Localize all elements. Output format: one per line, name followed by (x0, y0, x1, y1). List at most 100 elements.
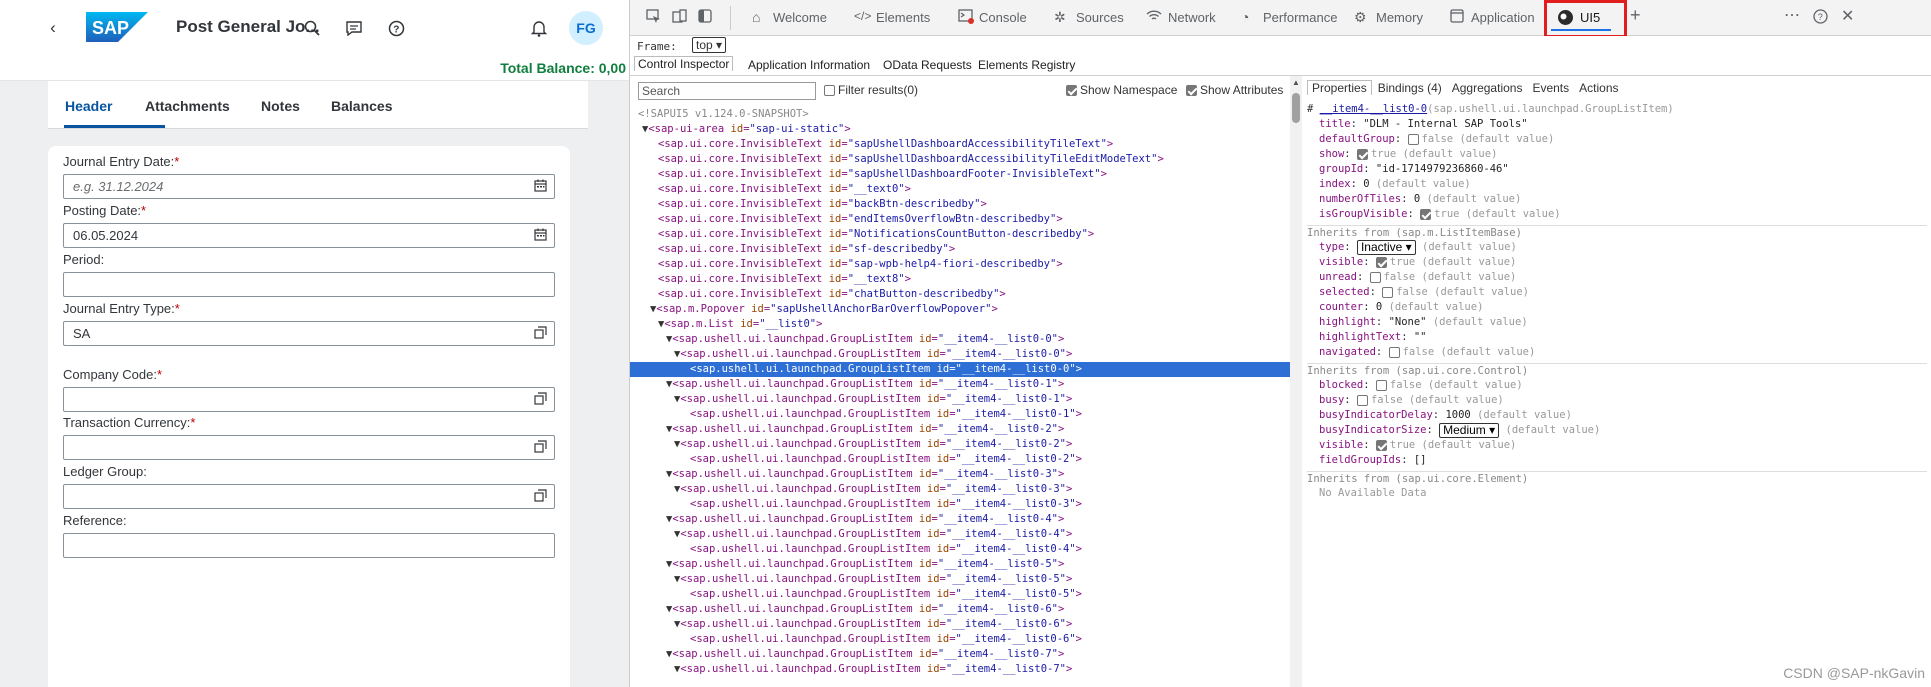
scroll-up-arrow[interactable]: ▲ (1292, 78, 1300, 87)
tree-node[interactable]: <sap.ushell.ui.launchpad.GroupListItem i… (630, 497, 1290, 512)
scroll-thumb[interactable] (1292, 93, 1300, 123)
prop-tab[interactable]: Events (1528, 81, 1573, 95)
tree-node[interactable]: <sap.ui.core.InvisibleText id="sap-wpb-h… (630, 257, 1290, 272)
tree-node[interactable]: <sap.ushell.ui.launchpad.GroupListItem i… (630, 407, 1290, 422)
prop-tab[interactable]: Properties (1307, 80, 1372, 95)
tab-balances[interactable]: Balances (331, 98, 392, 114)
tree-node[interactable]: ▼<sap-ui-area id="sap-ui-static"> (630, 122, 1290, 137)
tree-node[interactable]: ▼<sap.ushell.ui.launchpad.GroupListItem … (630, 422, 1290, 437)
field-input[interactable] (63, 435, 555, 460)
tree-node[interactable]: <sap.ushell.ui.launchpad.GroupListItem i… (630, 587, 1290, 602)
property-select[interactable]: Medium ▾ (1439, 423, 1500, 438)
tree-node[interactable]: <sap.ui.core.InvisibleText id="backBtn-d… (630, 197, 1290, 212)
tree-node[interactable]: <sap.ui.core.InvisibleText id="sapUshell… (630, 152, 1290, 167)
more-icon[interactable]: ⋯ (1784, 5, 1800, 25)
property-select[interactable]: Inactive ▾ (1356, 240, 1416, 255)
property-checkbox[interactable] (1375, 439, 1387, 451)
tree-node[interactable]: ▼<sap.ushell.ui.launchpad.GroupListItem … (630, 437, 1290, 452)
value-help-icon[interactable] (534, 489, 547, 505)
property-checkbox[interactable] (1356, 394, 1368, 406)
tree-node[interactable]: ▼<sap.ushell.ui.launchpad.GroupListItem … (630, 572, 1290, 587)
subtab-odata[interactable]: OData Requests (883, 58, 972, 72)
tab-header[interactable]: Header (65, 98, 112, 114)
tree-node[interactable]: ▼<sap.ushell.ui.launchpad.GroupListItem … (630, 482, 1290, 497)
subtab-control-inspector[interactable]: Control Inspector (634, 56, 734, 71)
value-help-icon[interactable] (534, 440, 547, 456)
tree-node[interactable]: ▼<sap.ushell.ui.launchpad.GroupListItem … (630, 602, 1290, 617)
prop-tab[interactable]: Aggregations (1448, 81, 1527, 95)
back-icon[interactable]: ‹ (39, 14, 67, 42)
tab-elements[interactable]: Elements (876, 10, 930, 25)
tree-node[interactable]: ▼<sap.ushell.ui.launchpad.GroupListItem … (630, 527, 1290, 542)
tree-node[interactable]: <sap.ushell.ui.launchpad.GroupListItem i… (630, 632, 1290, 647)
tree-node[interactable]: <sap.ui.core.InvisibleText id="sapUshell… (630, 137, 1290, 152)
calendar-icon[interactable] (534, 228, 547, 244)
tree-node[interactable]: <sap.ui.core.InvisibleText id="__text8"> (630, 272, 1290, 287)
field-input[interactable]: e.g. 31.12.2024 (63, 174, 555, 199)
tab-application[interactable]: Application (1471, 10, 1535, 25)
sidebar-toggle-icon[interactable] (698, 9, 712, 26)
value-help-icon[interactable] (534, 392, 547, 408)
field-input[interactable] (63, 484, 555, 509)
tree-node[interactable]: ▼<sap.ushell.ui.launchpad.GroupListItem … (630, 512, 1290, 527)
tree-node[interactable]: <sap.ushell.ui.launchpad.GroupListItem i… (630, 542, 1290, 557)
tab-notes[interactable]: Notes (261, 98, 300, 114)
tab-memory[interactable]: Memory (1376, 10, 1423, 25)
tab-attachments[interactable]: Attachments (145, 98, 230, 114)
tree-node[interactable]: ▼<sap.m.List id="__list0"> (630, 317, 1290, 332)
field-input[interactable] (63, 272, 555, 297)
field-input[interactable] (63, 533, 555, 558)
field-input[interactable]: SA (63, 321, 555, 346)
property-checkbox[interactable] (1369, 271, 1381, 283)
value-help-icon[interactable] (534, 326, 547, 342)
field-input[interactable]: 06.05.2024 (63, 223, 555, 248)
calendar-icon[interactable] (534, 179, 547, 195)
tab-sources[interactable]: Sources (1076, 10, 1124, 25)
chevron-down-icon[interactable]: ⌄ (257, 14, 285, 42)
help-icon[interactable]: ? (1813, 9, 1828, 27)
tree-node[interactable]: ▼<sap.ushell.ui.launchpad.GroupListItem … (630, 392, 1290, 407)
frame-select[interactable]: top ▾ (692, 37, 727, 53)
property-checkbox[interactable] (1407, 133, 1419, 145)
tree-node[interactable]: ▼<sap.ushell.ui.launchpad.GroupListItem … (630, 557, 1290, 572)
prop-tab[interactable]: Actions (1575, 81, 1622, 95)
tree-node[interactable]: <sap.ui.core.InvisibleText id="endItemsO… (630, 212, 1290, 227)
device-icon[interactable] (672, 9, 687, 27)
tree-node[interactable]: ▼<sap.m.Popover id="sapUshellAnchorBarOv… (630, 302, 1290, 317)
tree-node[interactable]: ▼<sap.ushell.ui.launchpad.GroupListItem … (630, 467, 1290, 482)
inspect-icon[interactable] (646, 9, 661, 27)
tree-node[interactable]: ▼<sap.ushell.ui.launchpad.GroupListItem … (630, 377, 1290, 392)
filter-results-checkbox[interactable]: Filter results(0) (824, 83, 918, 97)
tree-node[interactable]: <sap.ui.core.InvisibleText id="chatButto… (630, 287, 1290, 302)
tree-node[interactable]: <sap.ui.core.InvisibleText id="sf-descri… (630, 242, 1290, 257)
tab-console[interactable]: Console (979, 10, 1027, 25)
tree-node[interactable]: ▼<sap.ushell.ui.launchpad.GroupListItem … (630, 647, 1290, 662)
tree-node[interactable]: ▼<sap.ushell.ui.launchpad.GroupListItem … (630, 332, 1290, 347)
tree-scrollbar[interactable] (1290, 76, 1302, 687)
tree-node[interactable]: <sap.ushell.ui.launchpad.GroupListItem i… (630, 452, 1290, 467)
selected-control-id[interactable]: __item4-__list0-0 (1320, 103, 1427, 115)
feedback-icon[interactable] (340, 14, 368, 42)
property-checkbox[interactable] (1382, 286, 1394, 298)
close-icon[interactable]: ✕ (1841, 6, 1854, 26)
avatar[interactable]: FG (569, 11, 603, 45)
show-namespace-checkbox[interactable]: Show Namespace (1066, 83, 1177, 97)
property-checkbox[interactable] (1420, 208, 1432, 220)
show-attributes-checkbox[interactable]: Show Attributes (1186, 83, 1283, 97)
tree-node-selected[interactable]: <sap.ushell.ui.launchpad.GroupListItem i… (630, 362, 1290, 377)
tab-welcome[interactable]: Welcome (773, 10, 827, 25)
tree-node[interactable]: ▼<sap.ushell.ui.launchpad.GroupListItem … (630, 347, 1290, 362)
tree-node[interactable]: <sap.ui.core.InvisibleText id="sapUshell… (630, 167, 1290, 182)
subtab-app-info[interactable]: Application Information (748, 58, 870, 72)
prop-tab[interactable]: Bindings (4) (1374, 81, 1446, 95)
tree-node[interactable]: ▼<sap.ushell.ui.launchpad.GroupListItem … (630, 617, 1290, 632)
property-checkbox[interactable] (1375, 379, 1387, 391)
tree-node[interactable]: ▼<sap.ushell.ui.launchpad.GroupListItem … (630, 662, 1290, 677)
bell-icon[interactable] (525, 14, 553, 42)
field-input[interactable] (63, 387, 555, 412)
tree-node[interactable]: <sap.ui.core.InvisibleText id="__text0"> (630, 182, 1290, 197)
help-icon[interactable]: ? (382, 14, 410, 42)
tree-node[interactable]: <sap.ui.core.InvisibleText id="Notificat… (630, 227, 1290, 242)
tab-performance[interactable]: Performance (1263, 10, 1337, 25)
subtab-elements-registry[interactable]: Elements Registry (978, 58, 1075, 72)
